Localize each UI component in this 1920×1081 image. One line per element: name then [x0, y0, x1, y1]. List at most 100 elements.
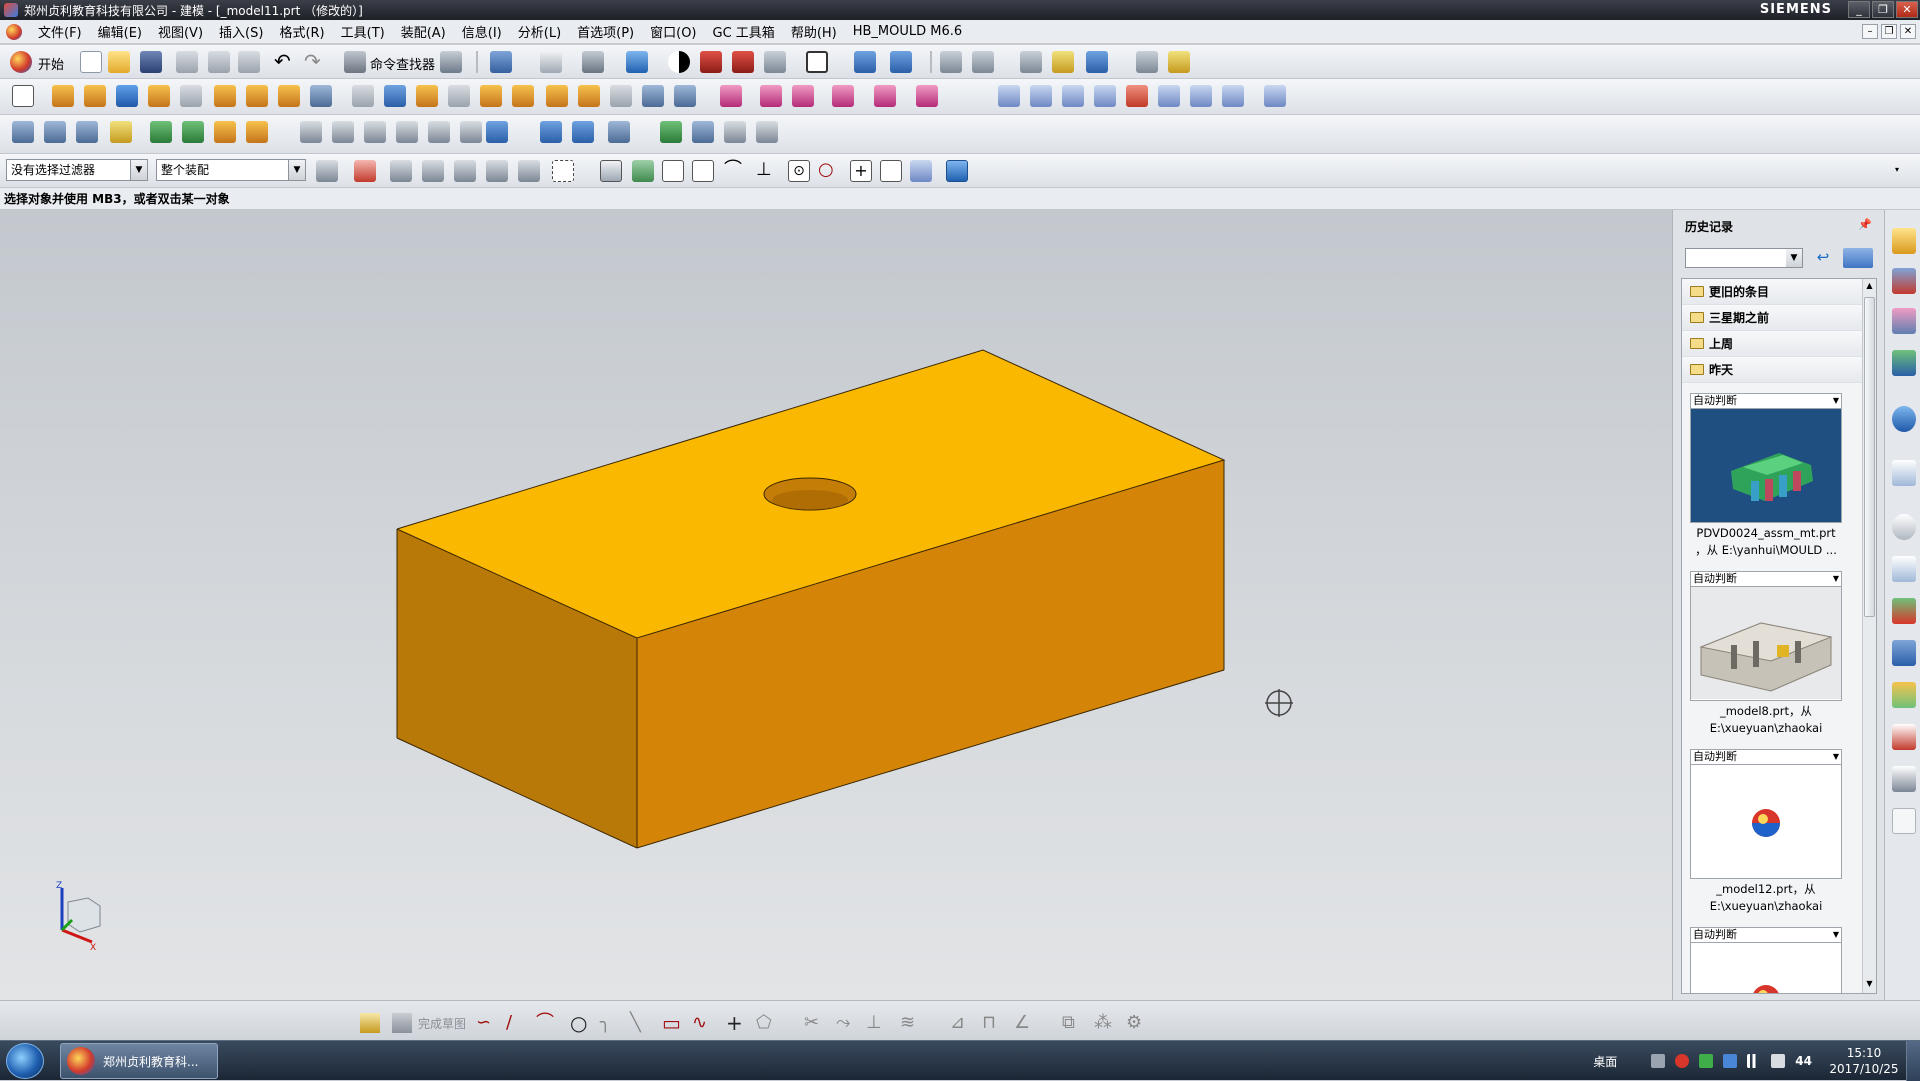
menu-preferences[interactable]: 首选项(P) — [569, 22, 642, 41]
scroll-up-icon[interactable]: ▲ — [1863, 281, 1876, 295]
chamfer-icon[interactable] — [578, 85, 600, 107]
history-group-older[interactable]: 更旧的条目 — [1682, 279, 1876, 305]
paste-icon[interactable] — [238, 51, 260, 73]
taskbar-nx-app[interactable]: 郑州贞利教育科... — [60, 1043, 218, 1079]
reuse-library-icon[interactable] — [1892, 350, 1916, 376]
chart-icon[interactable] — [486, 121, 508, 143]
draft-analysis-icon[interactable] — [1168, 51, 1190, 73]
tray-count-badge[interactable]: 44 — [1795, 1054, 1812, 1068]
new-file-icon[interactable] — [80, 51, 102, 73]
background-icon[interactable] — [806, 51, 828, 73]
minimize-button[interactable]: _ — [1848, 1, 1870, 18]
selection-icon[interactable] — [490, 51, 512, 73]
copy-icon[interactable] — [208, 51, 230, 73]
nx-logo-thumbnail[interactable] — [1690, 943, 1842, 993]
curve-tools-icon[interactable] — [332, 121, 354, 143]
process-studio-icon[interactable] — [1892, 598, 1916, 624]
undo-selection-icon[interactable] — [390, 160, 412, 182]
measure-angle-icon[interactable] — [1052, 51, 1074, 73]
trim-body-icon[interactable] — [512, 85, 534, 107]
offset-curve-icon[interactable] — [460, 121, 482, 143]
spline-icon[interactable] — [364, 121, 386, 143]
history-icon[interactable] — [1892, 460, 1916, 486]
chamfer-sketch-icon[interactable]: ╲ — [630, 1013, 650, 1033]
make-corner-icon[interactable]: ⊥ — [866, 1013, 886, 1033]
check-icon[interactable] — [660, 121, 682, 143]
close-button[interactable]: ✕ — [1896, 1, 1918, 18]
sketch-task-icon[interactable] — [360, 1013, 380, 1033]
snap-existing-point-icon[interactable]: + — [850, 160, 872, 182]
nx-menu-icon[interactable] — [6, 23, 22, 40]
snap-control-point-icon[interactable] — [632, 160, 654, 182]
surface-analysis-icon[interactable] — [1264, 85, 1286, 107]
render-style-icon[interactable] — [668, 51, 690, 73]
mdi-minimize-button[interactable]: – — [1862, 24, 1878, 39]
view-style-icon[interactable] — [1843, 248, 1873, 268]
intersect-icon[interactable] — [480, 85, 502, 107]
load-option-select[interactable]: 自动判断 ▼ — [1690, 927, 1842, 943]
mould-base-icon[interactable] — [214, 121, 236, 143]
library-icon[interactable] — [540, 121, 562, 143]
general-selection-icon[interactable] — [316, 160, 338, 182]
profile-icon[interactable]: ∽ — [476, 1013, 496, 1033]
command-finder-label[interactable]: 命令查找器 — [370, 54, 435, 73]
show-desktop-button[interactable] — [1906, 1041, 1920, 1081]
extrude-icon[interactable] — [52, 85, 74, 107]
history-item[interactable]: 自动判断 ▼ _model12.prt，从 E:\xueyuan\zhaokai — [1690, 749, 1842, 917]
feature-filter-icon[interactable] — [454, 160, 476, 182]
ruler-icon[interactable] — [1136, 51, 1158, 73]
start-icon[interactable] — [10, 51, 32, 73]
edge-blend-icon[interactable] — [546, 85, 568, 107]
clip-section-icon[interactable] — [700, 51, 722, 73]
menu-edit[interactable]: 编辑(E) — [90, 22, 150, 41]
through-curves-icon[interactable] — [1030, 85, 1052, 107]
windows-start-icon[interactable] — [6, 1043, 44, 1079]
clock-icon[interactable] — [1892, 514, 1916, 540]
sync-pull-face-icon[interactable] — [760, 85, 782, 107]
parting-tools-icon[interactable] — [150, 121, 172, 143]
arc-icon[interactable]: ⌒ — [536, 1013, 556, 1033]
assembly-mould-thumbnail[interactable] — [1690, 409, 1842, 523]
face-filter-icon[interactable] — [486, 160, 508, 182]
n-sided-surface-icon[interactable] — [1094, 85, 1116, 107]
menu-assemblies[interactable]: 装配(A) — [393, 22, 454, 41]
keyboard-icon[interactable] — [1651, 1054, 1666, 1068]
mould-init-icon[interactable] — [12, 121, 34, 143]
selection-scope-select[interactable]: 整个装配 ▼ — [156, 159, 306, 181]
mould-csys-icon[interactable] — [44, 121, 66, 143]
snap-on-surface-icon[interactable] — [910, 160, 932, 182]
history-filter-select[interactable]: ▼ — [1685, 248, 1803, 268]
roles-icon[interactable] — [1892, 682, 1916, 708]
sync-resize-icon[interactable] — [874, 85, 896, 107]
sync-offset-icon[interactable] — [792, 85, 814, 107]
slot-icon[interactable] — [246, 85, 268, 107]
load-option-select[interactable]: 自动判断 ▼ — [1690, 571, 1842, 587]
menu-gc-toolkit[interactable]: GC 工具箱 — [705, 22, 783, 41]
finish-sketch-icon[interactable] — [392, 1013, 412, 1033]
history-group-yesterday[interactable]: 昨天 — [1682, 357, 1876, 383]
revolve-icon[interactable] — [84, 85, 106, 107]
sync-replace-icon[interactable] — [832, 85, 854, 107]
layer-settings-icon[interactable] — [940, 51, 962, 73]
subtract-icon[interactable] — [448, 85, 470, 107]
assembly-navigator-icon[interactable] — [1892, 228, 1916, 254]
menu-help[interactable]: 帮助(H) — [783, 22, 845, 41]
pattern-curve-icon[interactable]: ⁂ — [1094, 1013, 1114, 1033]
graphics-window[interactable]: Z X — [0, 210, 1672, 1000]
boss-icon[interactable] — [148, 85, 170, 107]
offset-curve-sketch-icon[interactable]: ≋ — [900, 1013, 920, 1033]
building-model-thumbnail[interactable] — [1690, 587, 1842, 701]
pattern-icon[interactable] — [674, 85, 696, 107]
snap-tangent-icon[interactable]: ⌒ — [724, 160, 746, 182]
rotate-view-icon[interactable] — [582, 51, 604, 73]
edge-filter-icon[interactable] — [518, 160, 540, 182]
history-item[interactable]: 自动判断 ▼ — [1690, 927, 1842, 993]
blank-slot-icon[interactable] — [1892, 808, 1916, 834]
pad-icon[interactable] — [214, 85, 236, 107]
menu-file[interactable]: 文件(F) — [30, 22, 90, 41]
workpiece-icon[interactable] — [76, 121, 98, 143]
toolbar-options-icon[interactable]: ▾ — [1895, 165, 1907, 177]
history-item[interactable]: 自动判断 ▼ PDVD0024_assm_mt.prt ，从 E:\yanhui\M… — [1690, 393, 1842, 561]
finish-sketch-label[interactable]: 完成草图 — [418, 1015, 466, 1032]
scroll-thumb[interactable] — [1864, 297, 1875, 617]
